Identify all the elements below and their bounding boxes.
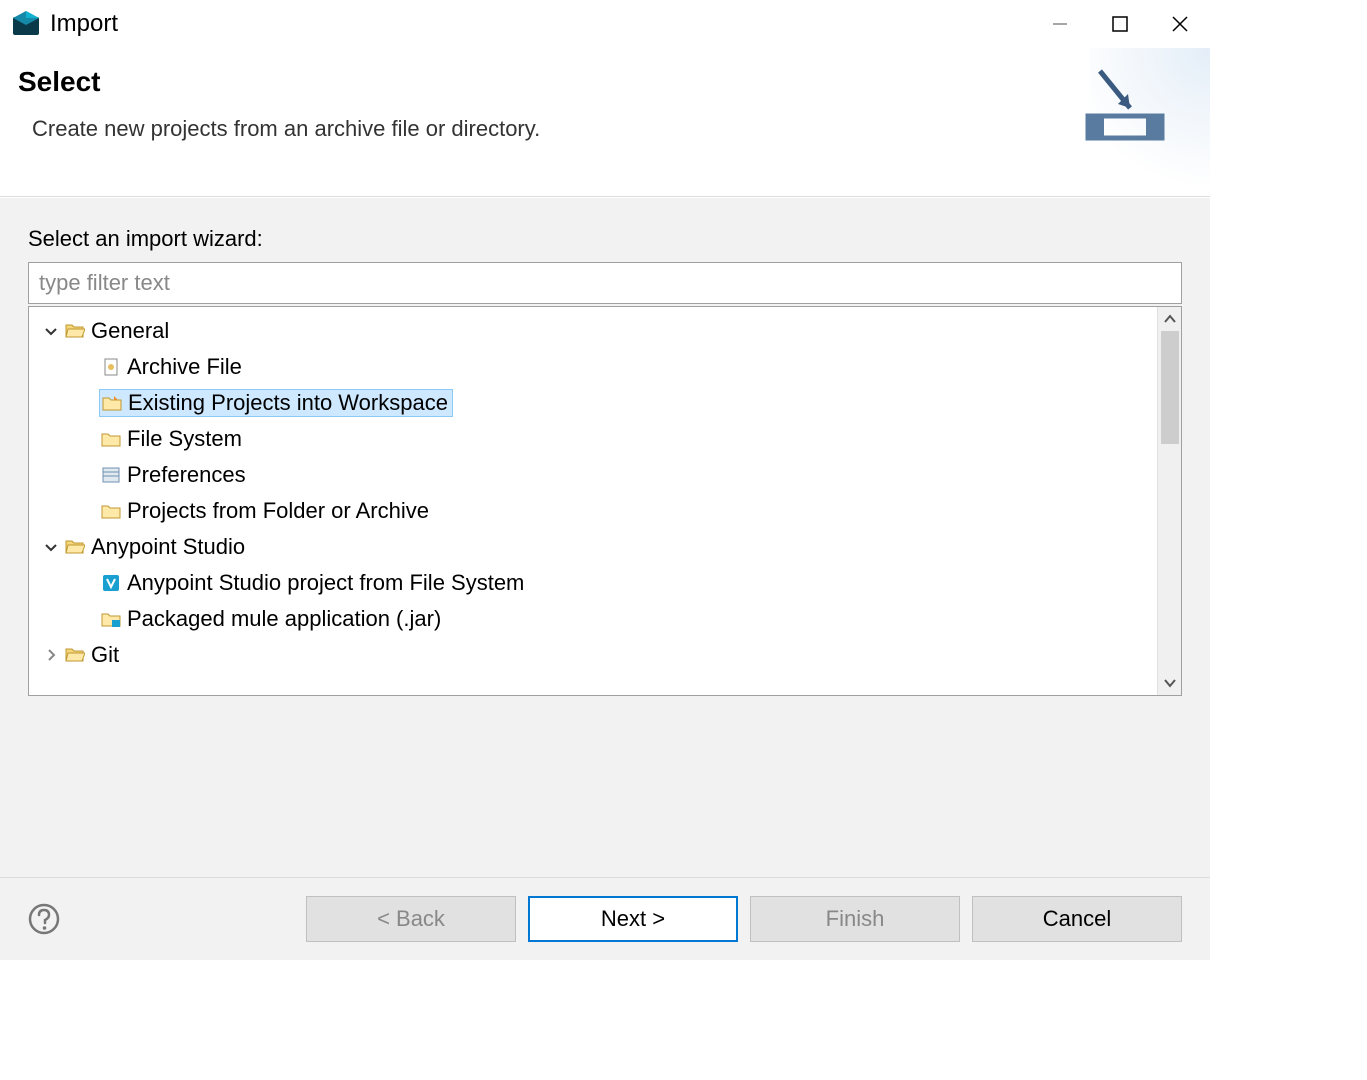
button-bar: < Back Next > Finish Cancel [0,877,1210,960]
close-button[interactable] [1150,0,1210,48]
scrollbar[interactable] [1157,307,1181,695]
folder-icon [99,428,123,450]
tree-group[interactable]: Anypoint Studio [29,529,1157,565]
window-title: Import [50,10,118,38]
tree-container: General Archive File Existing Projects int… [28,306,1182,696]
tree-item-label: File System [127,426,242,452]
package-icon [99,608,123,630]
anypoint-icon [99,572,123,594]
tree-item[interactable]: File System [29,421,1157,457]
tree-item-label: Preferences [127,462,246,488]
wizard-label: Select an import wizard: [28,226,1182,252]
chevron-right-icon[interactable] [39,648,63,662]
open-folder-icon [63,536,87,558]
tree-group-label: Git [91,642,119,668]
wizard-tree[interactable]: General Archive File Existing Projects int… [29,307,1157,695]
import-folder-icon [100,392,124,414]
minimize-button[interactable] [1030,0,1090,48]
chevron-down-icon[interactable] [39,324,63,338]
tree-item[interactable]: Archive File [29,349,1157,385]
folder-icon [99,500,123,522]
tree-group[interactable]: General [29,313,1157,349]
titlebar: Import [0,0,1210,48]
tree-item[interactable]: Existing Projects into Workspace [29,385,1157,421]
import-dialog: Import Select Create new projects from a… [0,0,1210,960]
back-button[interactable]: < Back [306,896,516,942]
scroll-thumb[interactable] [1161,331,1179,444]
maximize-button[interactable] [1090,0,1150,48]
app-icon [10,8,42,40]
tree-item-label: Existing Projects into Workspace [128,390,448,416]
help-icon[interactable] [28,903,60,935]
open-folder-icon [63,644,87,666]
window-controls [1030,0,1210,48]
tree-item-label: Packaged mule application (.jar) [127,606,441,632]
content-area: Select an import wizard: General Archive … [0,197,1210,877]
chevron-down-icon[interactable] [39,540,63,554]
tree-group-label: Anypoint Studio [91,534,245,560]
cancel-button[interactable]: Cancel [972,896,1182,942]
tree-item[interactable]: Preferences [29,457,1157,493]
tree-group-label: General [91,318,169,344]
page-title: Select [18,66,1080,98]
scroll-up-icon[interactable] [1158,307,1182,331]
finish-button[interactable]: Finish [750,896,960,942]
header-section: Select Create new projects from an archi… [0,48,1210,197]
tree-item-label: Projects from Folder or Archive [127,498,429,524]
filter-input[interactable] [28,262,1182,304]
archive-file-icon [99,356,123,378]
tree-group[interactable]: Git [29,637,1157,673]
tree-item[interactable]: Anypoint Studio project from File System [29,565,1157,601]
tree-item-label: Anypoint Studio project from File System [127,570,524,596]
tree-item[interactable]: Projects from Folder or Archive [29,493,1157,529]
import-banner-icon [1080,66,1180,166]
preferences-icon [99,464,123,486]
open-folder-icon [63,320,87,342]
page-subtitle: Create new projects from an archive file… [32,116,1080,142]
tree-item[interactable]: Packaged mule application (.jar) [29,601,1157,637]
scroll-down-icon[interactable] [1158,671,1182,695]
tree-item-label: Archive File [127,354,242,380]
next-button[interactable]: Next > [528,896,738,942]
